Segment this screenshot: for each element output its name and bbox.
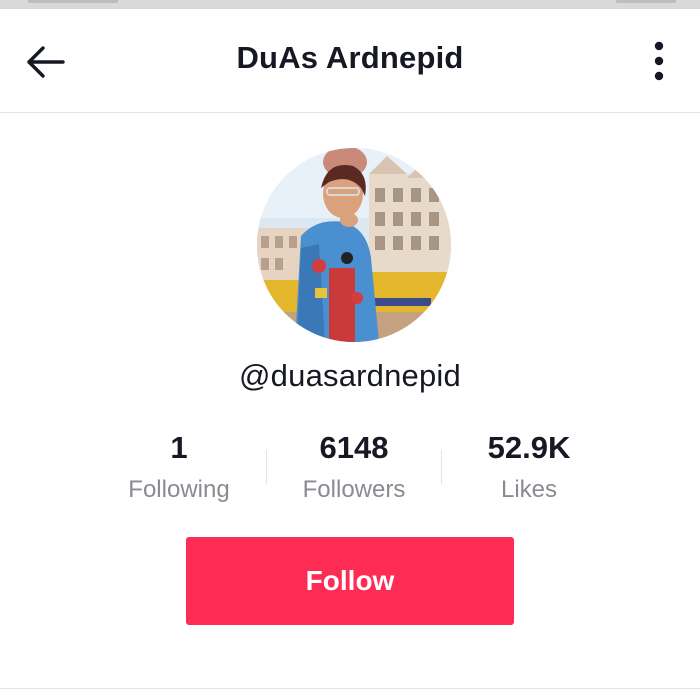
- section-divider: [0, 688, 700, 689]
- arrow-left-icon: [27, 46, 65, 78]
- profile-photo: [257, 148, 451, 342]
- status-bar: [0, 0, 700, 9]
- page-title: DuAs Ardnepid: [236, 40, 464, 75]
- following-count: 1: [170, 430, 188, 465]
- back-button[interactable]: [22, 39, 68, 85]
- avatar[interactable]: [257, 148, 451, 342]
- likes-stat[interactable]: 52.9K Likes: [442, 428, 616, 510]
- status-bar-right-icons: [616, 0, 676, 3]
- likes-label: Likes: [500, 476, 558, 503]
- profile-screen: DuAs Ardnepid @duasardnepid 1 Following …: [0, 0, 700, 700]
- more-options-button[interactable]: [638, 37, 680, 85]
- top-navigation-bar: DuAs Ardnepid: [0, 9, 700, 113]
- following-label: Following: [128, 476, 230, 503]
- more-vertical-icon: [654, 41, 664, 81]
- likes-count: 52.9K: [487, 430, 571, 465]
- followers-stat[interactable]: 6148 Followers: [267, 428, 441, 510]
- followers-count: 6148: [319, 430, 389, 465]
- profile-stats: 1 Following 6148 Followers 52.9K Likes: [92, 428, 616, 508]
- followers-label: Followers: [302, 476, 406, 503]
- status-bar-left-icons: [28, 0, 118, 3]
- follow-button[interactable]: Follow: [186, 537, 514, 625]
- following-stat[interactable]: 1 Following: [92, 428, 266, 510]
- profile-username: @duasardnepid: [239, 358, 461, 393]
